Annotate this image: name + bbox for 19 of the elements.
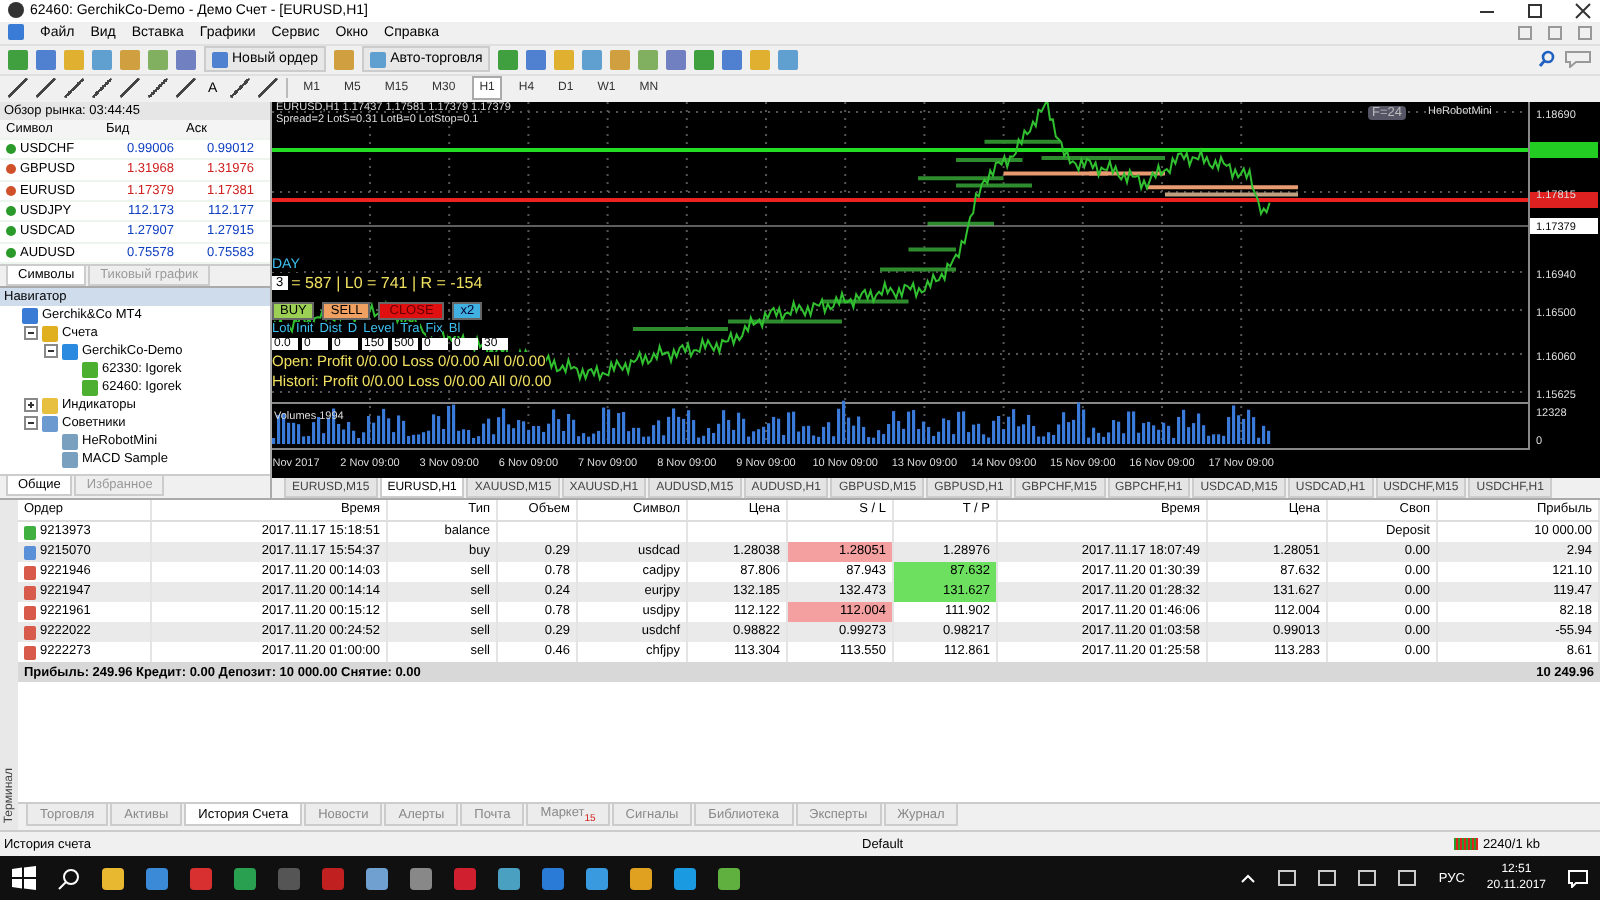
- app-icon[interactable]: [234, 867, 256, 889]
- expand-toggle-icon[interactable]: [24, 398, 38, 413]
- summary-text: = 587 | L0 = 741 | R = -154: [291, 274, 483, 293]
- expand-toggle-icon[interactable]: [24, 326, 38, 341]
- app-icon[interactable]: [454, 867, 476, 889]
- price-tag: [1530, 192, 1598, 209]
- app-icon[interactable]: [278, 867, 300, 889]
- connection-icon: [1454, 838, 1479, 851]
- chevron-up-icon[interactable]: [1240, 872, 1257, 884]
- search-icon[interactable]: [58, 867, 80, 889]
- app-logo-icon: [8, 2, 24, 19]
- price-tag: [1530, 142, 1598, 159]
- maximize-icon[interactable]: [1526, 1, 1544, 20]
- count-label: 15: [584, 811, 596, 824]
- app-icon[interactable]: [322, 867, 344, 889]
- expand-toggle-icon[interactable]: [44, 344, 58, 359]
- notification-icon[interactable]: [1568, 869, 1588, 887]
- expand-toggle-icon[interactable]: [24, 416, 38, 431]
- windows-logo-icon[interactable]: [12, 866, 36, 890]
